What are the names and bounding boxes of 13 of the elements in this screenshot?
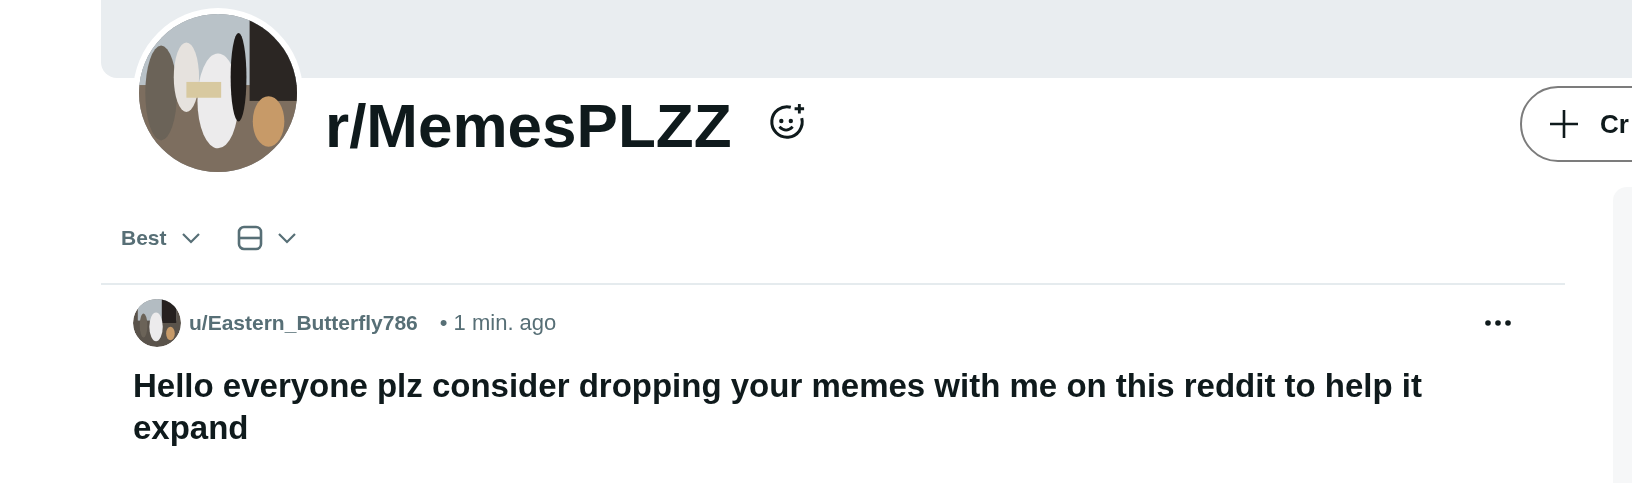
caret-icon	[276, 232, 297, 244]
plus-icon	[1548, 108, 1580, 140]
sort-dropdown[interactable]: Best	[121, 226, 201, 250]
caret-icon	[180, 232, 201, 244]
view-dropdown[interactable]	[236, 225, 297, 251]
community-name: r/MemesPLZZ	[325, 89, 732, 161]
add-emoji-icon[interactable]	[767, 103, 806, 141]
card-view-icon	[236, 225, 263, 251]
author-link[interactable]: u/Eastern_Butterfly786	[189, 311, 418, 335]
more-options-icon[interactable]	[1485, 320, 1511, 326]
post-time: • 1 min. ago	[439, 310, 557, 336]
create-post-button[interactable]: Cr	[1520, 86, 1632, 162]
post-title[interactable]: Hello everyone plz consider dropping your memes with me on this reddit to help it expand	[133, 365, 1505, 449]
